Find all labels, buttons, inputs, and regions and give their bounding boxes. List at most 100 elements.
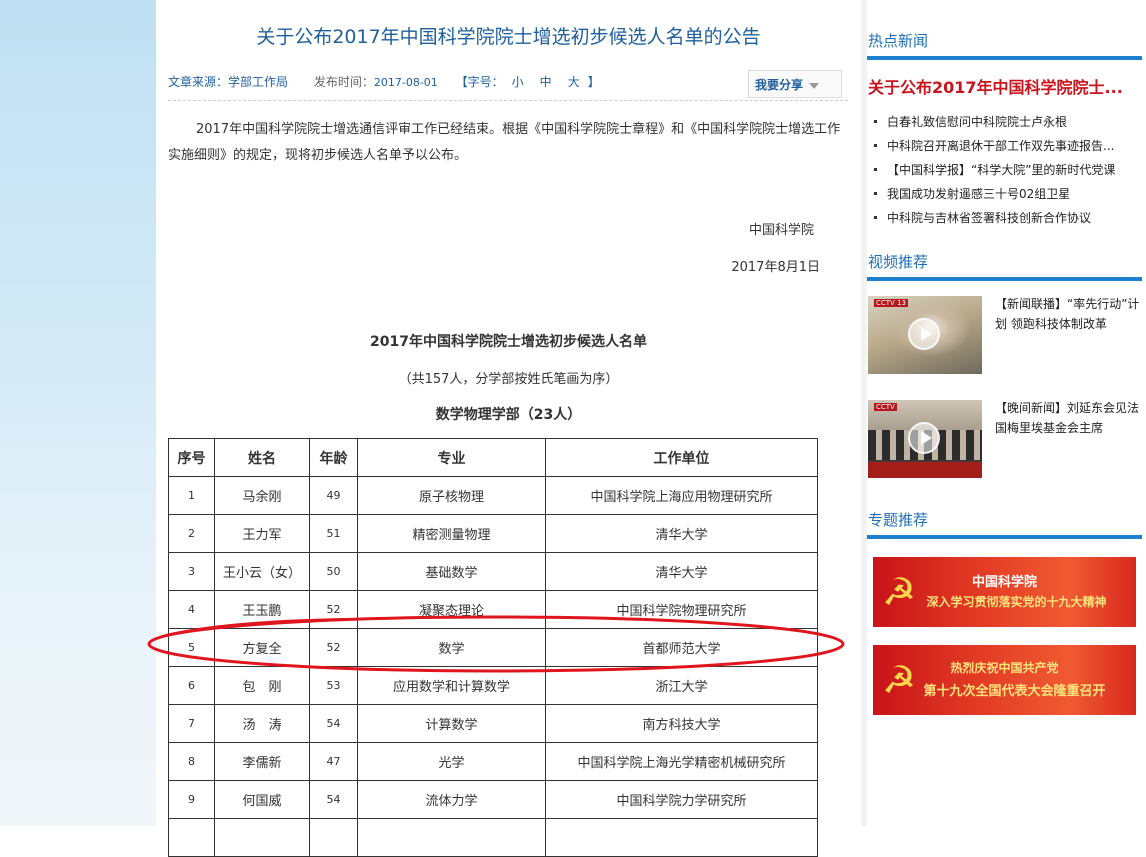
table-row: 6 包 刚 53 应用数学和计算数学 浙江大学 [168,666,818,705]
header-workplace: 工作单位 [545,438,818,477]
cell-workplace: 南方科技大学 [545,704,818,743]
list-item[interactable]: 白春礼致信慰问中科院院士卢永根 [871,110,1133,134]
cell-workplace [545,818,818,857]
candidate-table: 序号 姓名 年龄 专业 工作单位 1 马余刚 49 原子核物理 中国科学院上海应… [168,438,818,857]
source-value[interactable]: 学部工作局 [228,75,288,89]
hot-news-title: 热点新闻 [868,32,929,50]
cell-name: 王玉鹏 [214,590,310,629]
list-item-text: 白春礼致信慰问中科院院士卢永根 [887,115,1068,129]
header-major: 专业 [357,438,546,477]
bullet-icon [874,167,877,171]
font-size-label: 【字号： [455,75,504,89]
cell-index: 3 [168,552,215,591]
cell-index: 9 [168,780,215,819]
cell-name: 包 刚 [214,666,310,705]
left-background [0,0,156,826]
list-item[interactable]: 中科院与吉林省签署科技创新合作协议 [871,206,1133,230]
list-item[interactable]: 中科院召开离退休干部工作双先事迹报告... [871,134,1133,158]
list-item-text: 中科院与吉林省签署科技创新合作协议 [887,211,1092,225]
cell-major: 基础数学 [357,552,546,591]
special-banner[interactable]: ☭ 热烈庆祝中国共产党 第十九次全国代表大会隆重召开 [873,645,1136,715]
cell-major: 精密测量物理 [357,514,546,553]
table-row: 4 王玉鹏 52 凝聚态理论 中国科学院物理研究所 [168,590,818,629]
cell-name [214,818,310,857]
video-bar [867,277,1142,281]
cell-index [168,818,215,857]
article-title: 关于公布2017年中国科学院院士增选初步候选人名单的公告 [256,26,761,48]
cell-major: 计算数学 [357,704,546,743]
bullet-icon [874,119,877,123]
cell-index: 6 [168,666,215,705]
signature-date: 2017年8月1日 [731,260,820,275]
header-index: 序号 [168,438,215,477]
video-thumbnail[interactable]: CCTV 13 [868,296,982,374]
cell-age: 49 [309,476,358,515]
signature-org: 中国科学院 [748,223,814,238]
meta-divider [168,100,848,101]
article-panel: 关于公布2017年中国科学院院士增选初步候选人名单的公告 文章来源：学部工作局 … [156,0,861,857]
table-header-row: 序号 姓名 年龄 专业 工作单位 [168,438,818,477]
article-paragraph: 2017年中国科学院院士增选通信评审工作已经结束。根据《中国科学院院士章程》和《… [168,122,841,163]
cell-workplace: 中国科学院物理研究所 [545,590,818,629]
header-age: 年龄 [309,438,358,477]
cell-name: 王小云（女） [214,552,310,591]
cell-age [309,818,358,857]
hot-news-list: 白春礼致信慰问中科院院士卢永根 中科院召开离退休干部工作双先事迹报告... 【中… [871,110,1133,230]
cell-major: 光学 [357,742,546,781]
cell-major: 流体力学 [357,780,546,819]
video-link[interactable]: 【晚间新闻】刘延东会见法国梅里埃基金会主席 [995,398,1141,438]
share-button[interactable]: 我要分享 [748,70,842,98]
list-item-text: 【中国科学报】“科学大院”里的新时代党课 [887,163,1116,177]
cell-name: 汤 涛 [214,704,310,743]
cell-age: 47 [309,742,358,781]
cell-age: 53 [309,666,358,705]
table-row: 7 汤 涛 54 计算数学 南方科技大学 [168,704,818,743]
list-item[interactable]: 我国成功发射遥感三十号02组卫星 [871,182,1133,206]
font-large-link[interactable]: 大 [568,75,580,89]
font-small-link[interactable]: 小 [512,75,524,89]
cell-major: 应用数学和计算数学 [357,666,546,705]
thumbnail-caption-bar [868,462,982,478]
font-size-switcher: 【字号： 小 中 大】 [456,75,600,89]
banner-line2: 第十九次全国代表大会隆重召开 [923,684,1106,699]
list-item[interactable]: 【中国科学报】“科学大院”里的新时代党课 [871,158,1133,182]
table-row: 9 何国威 54 流体力学 中国科学院力学研究所 [168,780,818,819]
special-banner[interactable]: ☭ 中国科学院 深入学习贯彻落实党的十九大精神 [873,557,1136,627]
list-item-text: 我国成功发射遥感三十号02组卫星 [887,187,1071,201]
video-thumbnail[interactable]: CCTV [868,400,982,478]
hot-news-bar [867,56,1142,60]
cell-major: 凝聚态理论 [357,590,546,629]
cell-index: 8 [168,742,215,781]
cell-age: 52 [309,628,358,667]
cell-major [357,818,546,857]
special-title: 专题推荐 [868,511,929,529]
table-row: 2 王力军 51 精密测量物理 清华大学 [168,514,818,553]
font-medium-link[interactable]: 中 [540,75,552,89]
cell-name: 李儒新 [214,742,310,781]
cell-name: 何国威 [214,780,310,819]
banner-line1: 中国科学院 [971,575,1037,590]
cell-age: 54 [309,704,358,743]
list-subtitle: （共157人，分学部按姓氏笔画为序） [398,372,619,387]
channel-badge: CCTV [874,403,897,411]
cell-name: 马余刚 [214,476,310,515]
hot-headline-link[interactable]: 关于公布2017年中国科学院院士... [868,74,1140,98]
cell-major: 原子核物理 [357,476,546,515]
play-icon [908,318,940,350]
date-value: 2017-08-01 [373,76,438,89]
cell-workplace: 中国科学院力学研究所 [545,780,818,819]
table-row: 8 李儒新 47 光学 中国科学院上海光学精密机械研究所 [168,742,818,781]
video-link[interactable]: 【新闻联播】“率先行动”计划 领跑科技体制改革 [995,294,1141,334]
share-label: 我要分享 [755,78,804,92]
source-label: 文章来源： [168,75,229,89]
cell-name: 王力军 [214,514,310,553]
cell-major: 数学 [357,628,546,667]
cell-index: 2 [168,514,215,553]
article-meta: 文章来源：学部工作局 发布时间：2017-08-01 【字号： 小 中 大】 [168,73,600,90]
font-size-end: 】 [587,75,600,89]
table-row [168,818,818,857]
banner-line1: 热烈庆祝中国共产党 [950,661,1059,675]
table-row: 5 方复全 52 数学 首都师范大学 [168,628,818,667]
cell-workplace: 清华大学 [545,514,818,553]
cell-index: 1 [168,476,215,515]
